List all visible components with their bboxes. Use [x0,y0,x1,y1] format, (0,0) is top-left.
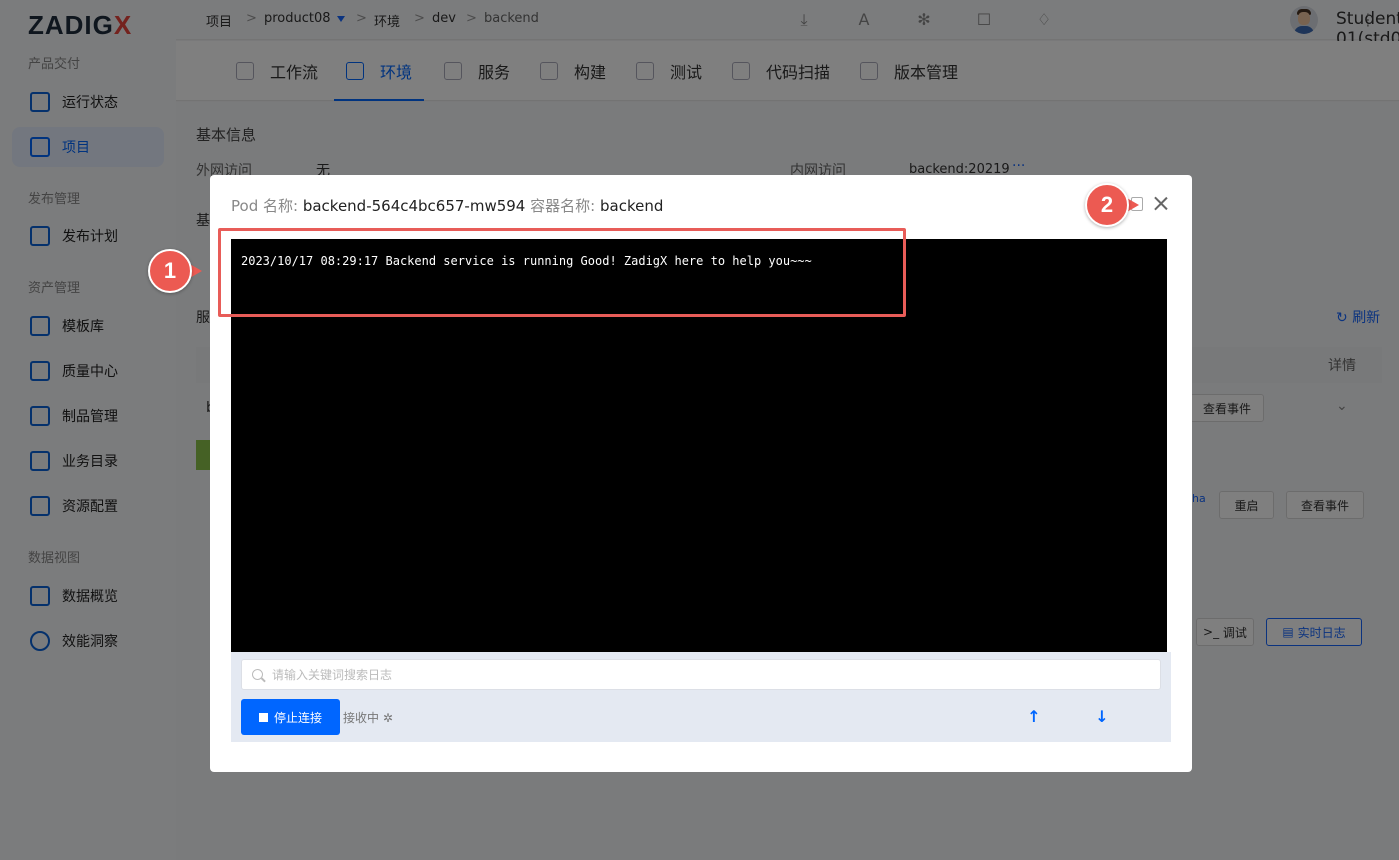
pod-name: backend-564c4bc657-mw594 [302,197,526,215]
container-name: backend [599,197,664,215]
receiving-status: 接收中 ✲ [343,709,393,726]
log-toolbar: 停止连接 接收中 ✲ ↑ ↓ [231,652,1171,742]
callout-number: 1 [148,249,192,293]
loading-spinner-icon: ✲ [382,711,393,725]
modal-title: Pod 名称: backend-564c4bc657-mw594 容器名称: b… [231,195,663,216]
receiving-status-label: 接收中 [343,711,380,725]
log-search-box[interactable] [241,659,1161,690]
search-icon [252,669,263,680]
stop-icon [258,712,268,722]
callout-1: 1 [148,249,202,293]
stop-connection-label: 停止连接 [273,710,322,725]
scroll-down-button[interactable]: ↓ [1092,707,1112,727]
container-name-label: 容器名称: [530,197,596,215]
scroll-up-button[interactable]: ↑ [1024,707,1044,727]
callout-number: 2 [1085,183,1129,227]
close-button[interactable] [1151,194,1171,214]
callout-2: 2 [1085,183,1139,227]
stop-connection-button[interactable]: 停止连接 [241,699,340,735]
log-highlight-box [218,228,906,317]
pod-name-label: Pod 名称: [231,197,299,215]
log-search-input[interactable] [272,667,1152,682]
